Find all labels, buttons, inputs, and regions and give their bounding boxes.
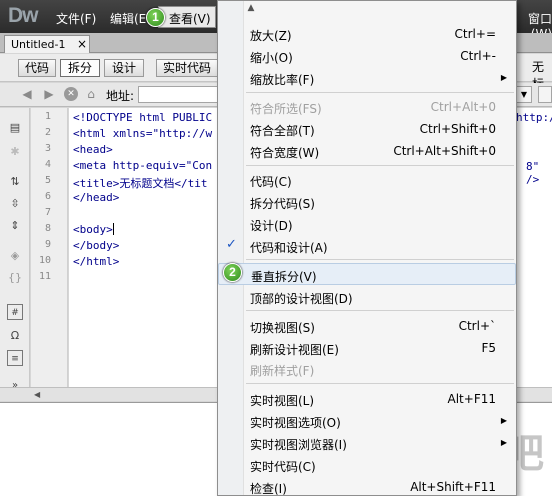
submenu-arrow-icon: ▶ bbox=[500, 416, 507, 425]
select-parent-tag-icon[interactable]: ◈ bbox=[7, 248, 23, 264]
code-line: <head> bbox=[73, 143, 113, 156]
menu-item-code[interactable]: 代码(C) bbox=[218, 169, 516, 191]
menu-separator bbox=[246, 92, 514, 93]
highlight-invalid-code-icon[interactable]: Ω bbox=[7, 328, 23, 344]
step-2-badge: 2 bbox=[223, 263, 242, 282]
design-view-button[interactable]: 设计 bbox=[104, 59, 144, 77]
menu-item-refresh-styles: 刷新样式(F) bbox=[250, 364, 315, 378]
code-line: <title>无标题文档</tit bbox=[73, 177, 208, 190]
address-input[interactable] bbox=[138, 86, 218, 103]
checkmark-icon: ✓ bbox=[226, 237, 237, 252]
text-cursor bbox=[112, 223, 114, 235]
line-number: 7 bbox=[44, 207, 51, 218]
word-wrap-icon[interactable]: ≡ bbox=[7, 350, 23, 366]
line-number: 5 bbox=[44, 175, 51, 186]
menu-item-magnification[interactable]: 缩放比率(F) ▶ bbox=[218, 67, 516, 89]
menu-item-fit-all[interactable]: 符合全部(T) Ctrl+Shift+0 bbox=[218, 118, 516, 140]
menu-item-fit-selection: 符合所选(FS) Ctrl+Alt+0 bbox=[250, 100, 496, 116]
line-number: 10 bbox=[38, 255, 51, 266]
menu-item-design-view-on-top[interactable]: 顶部的设计视图(D) bbox=[218, 286, 516, 308]
menu-separator bbox=[246, 310, 514, 311]
code-line: </body> bbox=[73, 239, 120, 252]
code-line: </head> bbox=[73, 191, 120, 204]
menu-item-live-view[interactable]: 实时视图(L) Alt+F11 bbox=[218, 388, 516, 410]
menu-view[interactable]: 查看(V) bbox=[158, 6, 216, 28]
menu-item-fit-width[interactable]: 符合宽度(W) Ctrl+Alt+Shift+0 bbox=[218, 140, 516, 162]
menu-item-vertical-split[interactable]: 垂直拆分(V) bbox=[218, 263, 516, 285]
line-number: 9 bbox=[44, 239, 51, 250]
submenu-arrow-icon: ▶ bbox=[500, 438, 507, 447]
scroll-left-icon[interactable]: ◀ bbox=[34, 390, 40, 399]
code-view-button[interactable]: 代码 bbox=[18, 59, 56, 77]
line-number: 3 bbox=[44, 143, 51, 154]
balance-braces-icon[interactable]: {} bbox=[7, 270, 23, 286]
line-numbers-icon[interactable]: # bbox=[7, 304, 23, 320]
line-number: 4 bbox=[44, 159, 51, 170]
collapse-selection-icon[interactable]: ⇳ bbox=[7, 196, 23, 212]
code-line-overflow: 8" /> bbox=[526, 160, 540, 186]
coding-toolbar: ▤ ✱ ⇅ ⇳ ⇕ ◈ {} # Ω ≡ » bbox=[0, 108, 30, 396]
line-number: 2 bbox=[44, 127, 51, 138]
view-menu-dropdown: ▲ 放大(Z) Ctrl+= 缩小(O) Ctrl+- 缩放比率(F) ▶ 符合所选(… bbox=[217, 0, 517, 496]
code-line: <html xmlns="http://w bbox=[73, 127, 213, 140]
line-number: 8 bbox=[44, 223, 51, 234]
code-line: </html> bbox=[73, 255, 120, 268]
line-number: 6 bbox=[44, 191, 51, 202]
dreamweaver-logo: Dw bbox=[8, 4, 38, 27]
menu-item-switch-views[interactable]: 切换视图(S) Ctrl+` bbox=[218, 315, 516, 337]
chevron-down-icon[interactable]: ▼ bbox=[516, 86, 532, 103]
submenu-arrow-icon: ▶ bbox=[500, 73, 507, 82]
menu-item-zoom-in[interactable]: 放大(Z) Ctrl+= bbox=[218, 23, 516, 45]
code-line: <!DOCTYPE html PUBLIC bbox=[73, 111, 213, 124]
menu-item-inspect[interactable]: 检查(I) Alt+Shift+F11 bbox=[218, 476, 516, 496]
back-icon[interactable]: ◀ bbox=[20, 87, 34, 101]
menu-item-live-code[interactable]: 实时代码(C) bbox=[218, 454, 516, 476]
step-1-badge: 1 bbox=[146, 8, 165, 27]
scroll-up-icon[interactable]: ▲ bbox=[226, 3, 276, 13]
stop-icon[interactable]: ✕ bbox=[64, 87, 78, 101]
line-number: 1 bbox=[44, 111, 51, 122]
tab-label: Untitled-1 bbox=[11, 38, 66, 51]
menu-item-refresh-design-view[interactable]: 刷新设计视图(E) F5 bbox=[218, 337, 516, 359]
code-line: <meta http-equiv="Con bbox=[73, 159, 213, 172]
home-icon[interactable]: ⌂ bbox=[84, 87, 98, 101]
live-code-button[interactable]: 实时代码 bbox=[156, 59, 218, 77]
menu-item-code-and-design[interactable]: 代码和设计(A) bbox=[218, 235, 516, 257]
menu-item-zoom-out[interactable]: 缩小(O) Ctrl+- bbox=[218, 45, 516, 67]
show-code-navigator-icon[interactable]: ✱ bbox=[7, 144, 23, 160]
browser-options-icon[interactable] bbox=[538, 86, 552, 103]
menu-separator bbox=[246, 259, 514, 260]
line-number: 11 bbox=[38, 271, 51, 282]
tab-untitled-1[interactable]: Untitled-1 × bbox=[4, 35, 90, 53]
code-line: <body> bbox=[73, 223, 114, 236]
open-documents-icon[interactable]: ▤ bbox=[7, 120, 23, 136]
menu-item-live-view-browser[interactable]: 实时视图浏览器(I) ▶ bbox=[218, 432, 516, 454]
menu-item-live-view-options[interactable]: 实时视图选项(O) ▶ bbox=[218, 410, 516, 432]
split-view-button[interactable]: 拆分 bbox=[60, 59, 100, 77]
line-number-gutter: 1 2 3 4 5 6 7 8 9 10 11 bbox=[31, 108, 68, 396]
forward-icon[interactable]: ▶ bbox=[42, 87, 56, 101]
menu-file[interactable]: 文件(F) bbox=[56, 10, 96, 27]
menu-item-split-code[interactable]: 拆分代码(S) bbox=[218, 191, 516, 213]
menu-separator bbox=[246, 383, 514, 384]
menu-item-design[interactable]: 设计(D) bbox=[218, 213, 516, 235]
close-icon[interactable]: × bbox=[77, 37, 87, 51]
menu-separator bbox=[246, 165, 514, 166]
expand-all-icon[interactable]: ⇕ bbox=[7, 218, 23, 234]
code-line-overflow: http:/ bbox=[516, 111, 552, 124]
address-label: 地址: bbox=[106, 89, 135, 103]
menu-edit[interactable]: 编辑(E bbox=[110, 10, 146, 27]
collapse-full-tag-icon[interactable]: ⇅ bbox=[7, 174, 23, 190]
